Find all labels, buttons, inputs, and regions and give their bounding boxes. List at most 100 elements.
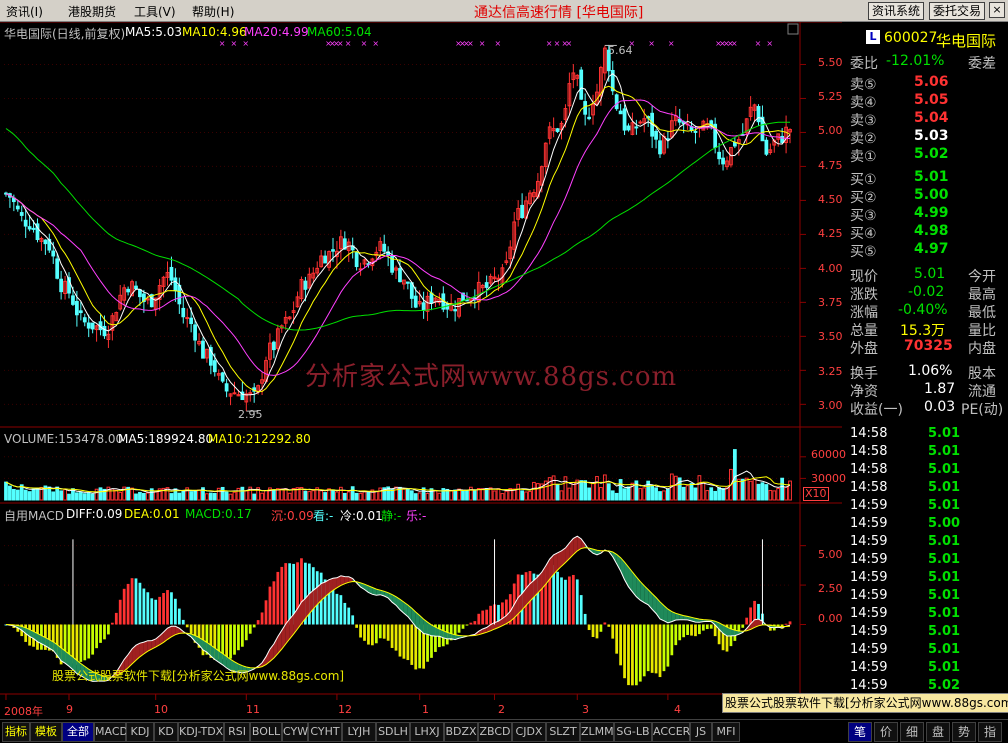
quote-view-tab[interactable]: 盘 — [926, 722, 950, 742]
volume-bar — [749, 481, 752, 500]
indicator-tab[interactable]: SG-LB — [614, 722, 652, 742]
sell5-row[interactable]: 卖⑤ 5.06 — [844, 74, 1008, 91]
close-button[interactable]: × — [989, 2, 1005, 18]
sell2-row[interactable]: 卖② 5.03 — [844, 128, 1008, 145]
indicator-tab[interactable]: 全部 — [62, 722, 94, 742]
quote-view-tab[interactable]: 指 — [978, 722, 1002, 742]
quote-view-tab[interactable]: 势 — [952, 722, 976, 742]
tick-row[interactable]: 14:595.01 — [844, 570, 1008, 587]
tick-row[interactable]: 14:595.01 — [844, 642, 1008, 659]
quote-view-tab[interactable]: 细 — [900, 722, 924, 742]
tick-row[interactable]: 14:595.01 — [844, 534, 1008, 551]
promo-text[interactable]: 股票公式股票软件下载[分析家公式网www.88gs.com] — [52, 667, 344, 684]
candle-body — [186, 318, 189, 319]
sell1-row[interactable]: 卖① 5.02 — [844, 146, 1008, 163]
x-axis-label: 3 — [582, 703, 589, 716]
tick-price: 5.01 — [928, 552, 960, 567]
buy5-row[interactable]: 买⑤ 4.97 — [844, 241, 1008, 258]
candle-body — [79, 311, 82, 313]
buy-label: 买② — [850, 187, 877, 207]
tick-row[interactable]: 14:585.01 — [844, 462, 1008, 479]
chart-area[interactable]: ×××××××××××××××××××××××××××××× 华电国际(日线,前… — [0, 22, 842, 718]
menu-tools[interactable]: 工具(V) — [134, 3, 176, 20]
candle-body — [76, 301, 79, 314]
volume-bar — [245, 491, 248, 500]
indicator-tab[interactable]: LHXJ — [410, 722, 444, 742]
quote-view-tab[interactable]: 价 — [874, 722, 898, 742]
indicator-tab[interactable]: MACD — [94, 722, 126, 742]
info-system-button[interactable]: 资讯系统 — [868, 2, 924, 20]
quote-view-tab[interactable]: 笔 — [848, 722, 872, 742]
tick-row[interactable]: 14:585.01 — [844, 480, 1008, 497]
tick-row[interactable]: 14:585.01 — [844, 444, 1008, 461]
candle-body — [304, 281, 307, 289]
candle-body — [60, 279, 63, 291]
indicator-tab[interactable]: SLZT — [546, 722, 580, 742]
price-ytick: 5.00 — [818, 124, 843, 137]
menu-hk-futures[interactable]: 港股期货 — [68, 3, 116, 20]
tick-row[interactable]: 14:595.00 — [844, 516, 1008, 533]
tick-row[interactable]: 14:595.01 — [844, 624, 1008, 641]
menu-help[interactable]: 帮助(H) — [192, 3, 234, 20]
tick-row[interactable]: 14:595.01 — [844, 660, 1008, 677]
indicator-tab[interactable]: CJDX — [512, 722, 546, 742]
candle-body — [584, 102, 587, 115]
indicator-tab[interactable]: ZBCD — [478, 722, 512, 742]
tick-row[interactable]: 14:595.01 — [844, 606, 1008, 623]
volume-bar — [418, 493, 421, 500]
sell4-row[interactable]: 卖④ 5.05 — [844, 92, 1008, 109]
volume-bar — [438, 493, 441, 500]
indicator-tab[interactable]: MFI — [712, 722, 740, 742]
macd-histogram-bar — [119, 600, 122, 625]
x-axis-label: 12 — [338, 703, 352, 716]
volume-bar — [194, 491, 197, 500]
menu-info[interactable]: 资讯(I) — [6, 3, 43, 20]
macd-histogram-bar — [269, 587, 272, 625]
volume-bar — [663, 491, 666, 500]
indicator-tab[interactable]: CYHT — [308, 722, 342, 742]
indicator-tab[interactable]: SDLH — [376, 722, 410, 742]
weicha-label: 委差 — [968, 53, 996, 73]
tick-row[interactable]: 14:595.01 — [844, 588, 1008, 605]
volume-bar — [99, 488, 102, 500]
candle-body — [430, 293, 433, 303]
buy4-row[interactable]: 买④ 4.98 — [844, 223, 1008, 240]
volume-bar — [789, 481, 792, 500]
indicator-tab[interactable]: KD — [154, 722, 178, 742]
indicator-tab[interactable]: KDJ — [126, 722, 154, 742]
indicator-tab[interactable]: ZLMM — [580, 722, 614, 742]
indicator-tab[interactable]: RSI — [224, 722, 250, 742]
price-ytick: 3.50 — [818, 330, 843, 343]
candle-body — [332, 250, 335, 252]
candle-body — [355, 253, 358, 267]
macd-histogram-bar — [83, 625, 86, 661]
indicator-tab[interactable]: 模板 — [30, 722, 62, 742]
indicator-tab[interactable]: ACCER — [652, 722, 690, 742]
candle-body — [588, 117, 591, 118]
sell-label: 卖② — [850, 128, 877, 148]
indicator-tab[interactable]: 指标 — [2, 722, 30, 742]
volume-bar — [493, 491, 496, 500]
buy2-row[interactable]: 买② 5.00 — [844, 187, 1008, 204]
volume-bar — [308, 492, 311, 500]
trade-button[interactable]: 委托交易 — [929, 2, 985, 20]
stat-value: 15.3万 — [900, 320, 945, 340]
buy3-row[interactable]: 买③ 4.99 — [844, 205, 1008, 222]
indicator-tab[interactable]: LYJH — [342, 722, 376, 742]
indicator-tab[interactable]: KDJ-TDX — [178, 722, 224, 742]
sell3-row[interactable]: 卖③ 5.04 — [844, 110, 1008, 127]
tick-row[interactable]: 14:585.01 — [844, 426, 1008, 443]
indicator-tab[interactable]: BOLL — [250, 722, 282, 742]
indicator-tab[interactable]: JS — [690, 722, 712, 742]
buy1-row[interactable]: 买① 5.01 — [844, 169, 1008, 186]
candle-body — [83, 318, 86, 322]
tick-row[interactable]: 14:595.01 — [844, 552, 1008, 569]
tick-time: 14:59 — [850, 678, 887, 693]
tick-row[interactable]: 14:595.01 — [844, 498, 1008, 515]
weibi-row: 委比 -12.01% 委差 — [844, 53, 1008, 70]
promo-banner[interactable]: 股票公式股票软件下载[分析家公式网www.88gs.com] — [722, 693, 1008, 713]
indicator-tab[interactable]: CYW — [282, 722, 308, 742]
volume-bar — [142, 493, 145, 500]
macd-histogram-bar — [576, 579, 579, 624]
indicator-tab[interactable]: BDZX — [444, 722, 478, 742]
